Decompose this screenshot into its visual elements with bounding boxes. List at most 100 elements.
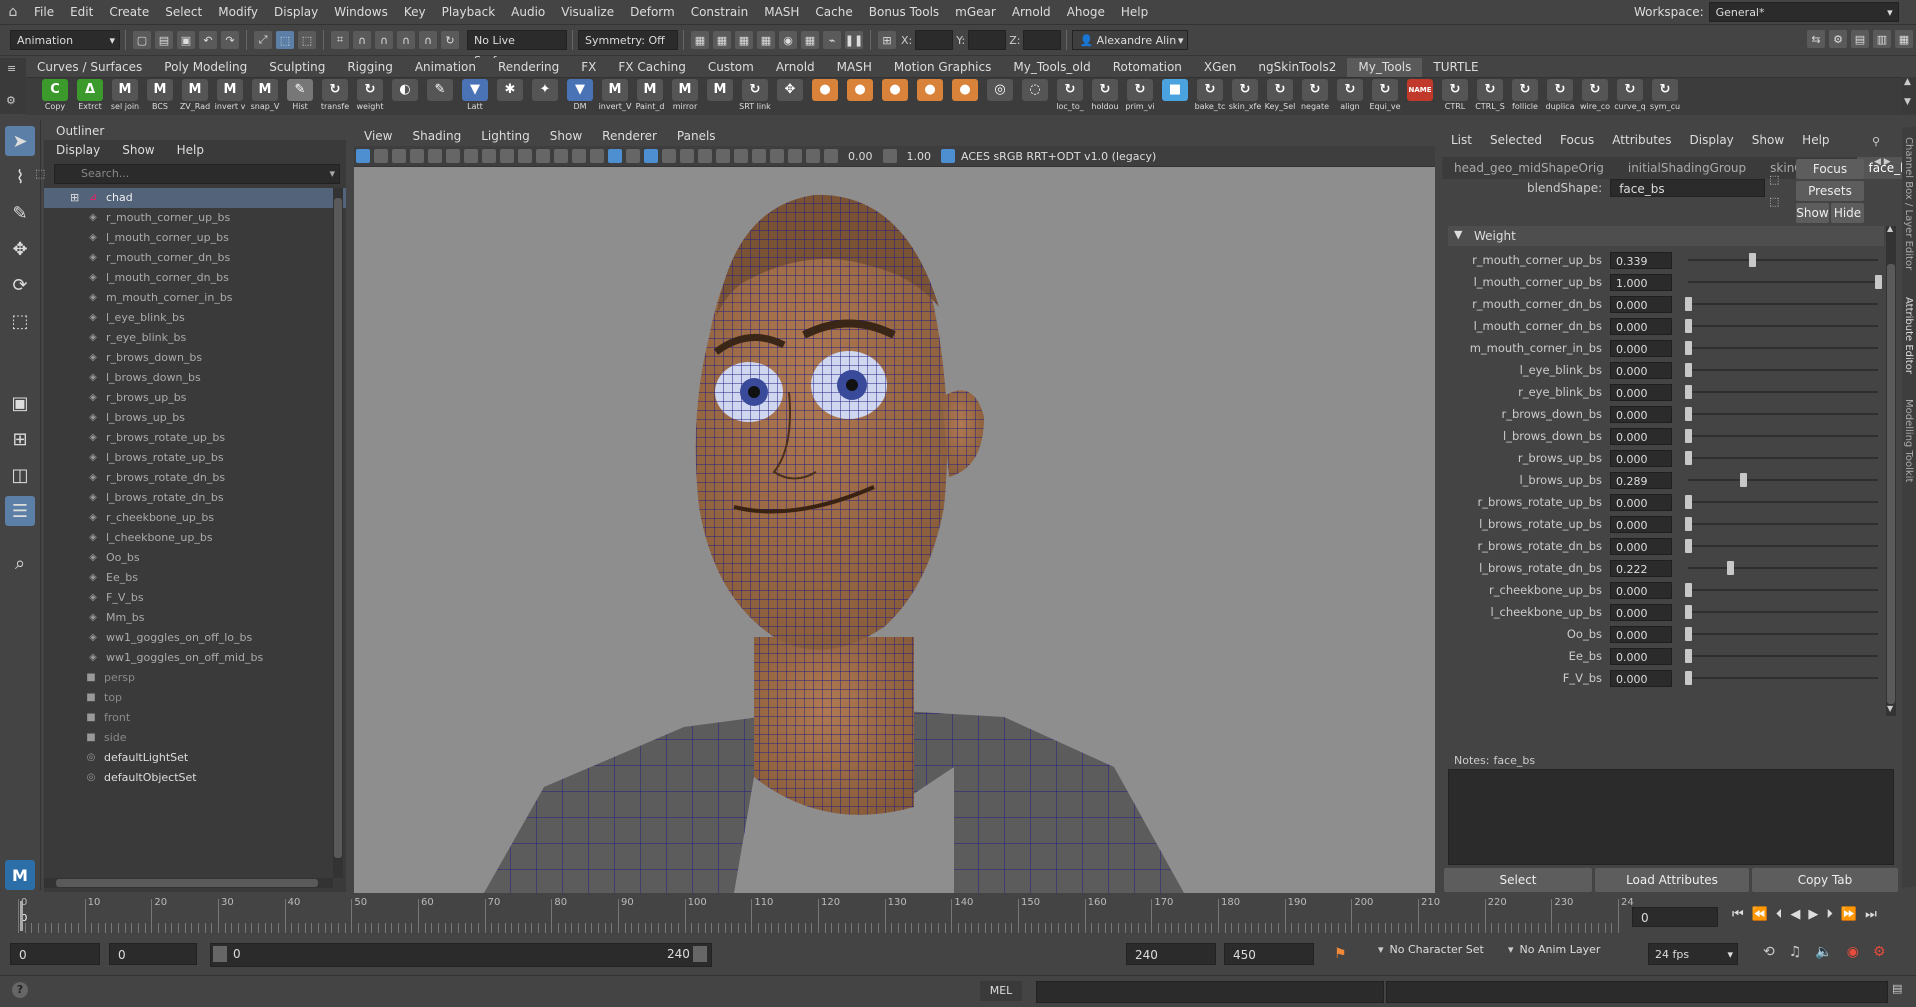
safe-action-icon[interactable]: [554, 149, 568, 163]
menu-arnold[interactable]: Arnold: [1004, 0, 1059, 24]
side-tab-attribute-editor[interactable]: Attribute Editor: [1903, 297, 1914, 374]
shelf-button-paint-d[interactable]: M Paint_d: [635, 78, 665, 115]
outliner-item[interactable]: ◈ r_brows_rotate_dn_bs: [44, 468, 346, 488]
weight-slider-thumb[interactable]: [1685, 539, 1692, 553]
outliner-item[interactable]: ◈ Mm_bs: [44, 608, 346, 628]
hide-button[interactable]: Hide: [1831, 203, 1864, 223]
user-account-dropdown[interactable]: 👤 Alexandre Alin ▾: [1072, 30, 1189, 50]
outliner-scroll-thumb[interactable]: [334, 198, 342, 858]
collapse-arrow-icon[interactable]: ▼: [1454, 228, 1462, 241]
snap-curve-icon[interactable]: ∩: [353, 31, 371, 49]
weight-slider[interactable]: [1685, 605, 1878, 619]
ae-menu-list[interactable]: List: [1442, 127, 1481, 153]
default-material-icon[interactable]: [626, 149, 640, 163]
screen-space-ao-icon[interactable]: [716, 149, 730, 163]
weight-slider[interactable]: [1685, 341, 1878, 355]
snap-surface-icon[interactable]: ∩: [419, 31, 437, 49]
wireframe-on-shaded-icon[interactable]: [644, 149, 658, 163]
shelf-button-follicle[interactable]: ↻ follicle: [1510, 78, 1540, 115]
snap-point-icon[interactable]: ∩: [375, 31, 393, 49]
shelf-button-28[interactable]: ◌: [1020, 78, 1050, 115]
shelf-button-curve-q[interactable]: ↻ curve_q: [1614, 78, 1646, 115]
ae-menu-focus[interactable]: Focus: [1551, 127, 1603, 153]
ae-scrollbar[interactable]: ▲ ▼: [1886, 224, 1896, 716]
shelf-button-39[interactable]: NAME: [1405, 78, 1435, 115]
grid-icon[interactable]: [464, 149, 478, 163]
grease-pencil-icon[interactable]: [446, 149, 460, 163]
shelf-button-align[interactable]: ↻ align: [1335, 78, 1365, 115]
exposure-icon[interactable]: [824, 149, 838, 163]
shelf-button-25[interactable]: ●: [915, 78, 945, 115]
presets-button[interactable]: Presets: [1796, 181, 1864, 201]
step-forward-key-icon[interactable]: ⏩: [1841, 907, 1857, 922]
shelf-tab-mash[interactable]: MASH: [826, 58, 883, 77]
weight-slider[interactable]: [1685, 539, 1878, 553]
outliner-item[interactable]: ◈ l_eye_blink_bs: [44, 308, 346, 328]
exposure-value[interactable]: 0.00: [848, 150, 873, 163]
ae-menu-help[interactable]: Help: [1793, 127, 1838, 153]
weight-slider[interactable]: [1685, 583, 1878, 597]
fps-dropdown[interactable]: 24 fps ▾: [1648, 943, 1738, 965]
expand-icon[interactable]: ⊞: [70, 188, 82, 208]
shelf-tab-motion-graphics[interactable]: Motion Graphics: [883, 58, 1003, 77]
help-icon[interactable]: ?: [12, 982, 28, 998]
select-component-icon[interactable]: ⬚: [298, 31, 316, 49]
weight-slider[interactable]: [1685, 517, 1878, 531]
shelf-gear-icon[interactable]: ⚙: [6, 94, 16, 107]
shelf-button-ctrl-s[interactable]: ↻ CTRL_S: [1475, 78, 1505, 115]
2d-pan-zoom-icon[interactable]: [428, 149, 442, 163]
viewport-canvas[interactable]: [354, 167, 1435, 893]
menu-bonus-tools[interactable]: Bonus Tools: [861, 0, 947, 24]
outliner-item[interactable]: ◈ m_mouth_corner_in_bs: [44, 288, 346, 308]
animation-end-field[interactable]: 450: [1224, 943, 1314, 965]
shelf-tab-ngskintools2[interactable]: ngSkinTools2: [1247, 58, 1347, 77]
outliner-item[interactable]: ◈ r_mouth_corner_dn_bs: [44, 248, 346, 268]
weight-slider[interactable]: [1685, 429, 1878, 443]
outliner-layout-icon[interactable]: ☰: [5, 496, 35, 526]
weight-slider-thumb[interactable]: [1739, 473, 1747, 487]
shelf-button-duplica[interactable]: ↻ duplica: [1545, 78, 1575, 115]
ae-menu-display[interactable]: Display: [1681, 127, 1743, 153]
toggle-attribute-editor-icon[interactable]: ▤: [1851, 30, 1869, 48]
ae-menu-attributes[interactable]: Attributes: [1603, 127, 1680, 153]
outliner-item[interactable]: ◈ l_brows_rotate_up_bs: [44, 448, 346, 468]
weight-value-field[interactable]: 0.000: [1610, 493, 1672, 511]
outliner-item[interactable]: ◈ l_brows_up_bs: [44, 408, 346, 428]
weight-slider[interactable]: [1688, 561, 1878, 575]
render-frame-icon[interactable]: ▦: [713, 31, 731, 49]
chevron-up-icon[interactable]: ▲: [1887, 224, 1893, 233]
select-button[interactable]: Select: [1444, 868, 1592, 892]
toggle-modeling-toolkit-icon[interactable]: ▦: [1895, 30, 1913, 48]
shelf-tab-rigging[interactable]: Rigging: [336, 58, 403, 77]
outliner-item[interactable]: ◈ l_cheekbone_up_bs: [44, 528, 346, 548]
shelf-button-prim-vi[interactable]: ↻ prim_vi: [1125, 78, 1155, 115]
shelf-button-loc-to[interactable]: ↻ loc_to_: [1055, 78, 1085, 115]
weight-value-field[interactable]: 0.000: [1610, 647, 1672, 665]
weight-slider[interactable]: [1685, 495, 1878, 509]
step-back-key-icon[interactable]: ⏪: [1752, 907, 1768, 922]
shelf-button-bcs[interactable]: M BCS: [145, 78, 175, 115]
gate-mask-icon[interactable]: [518, 149, 532, 163]
weight-slider-thumb[interactable]: [1685, 319, 1692, 333]
script-language-toggle[interactable]: MEL: [980, 981, 1022, 1001]
rotate-tool-icon[interactable]: ⟳: [5, 270, 35, 300]
render-settings-icon[interactable]: ▦: [757, 31, 775, 49]
workspace-dropdown[interactable]: General* ▾: [1708, 2, 1899, 22]
shelf-button-skin-xfe[interactable]: ↻ skin_xfe: [1229, 78, 1261, 115]
mode-dropdown[interactable]: Animation ▾: [10, 30, 120, 50]
shelf-button-srt-link[interactable]: ↻ SRT link: [739, 78, 771, 115]
menu-windows[interactable]: Windows: [326, 0, 396, 24]
color-management-icon[interactable]: [941, 149, 955, 163]
current-time-indicator[interactable]: [20, 901, 23, 931]
weight-slider-thumb[interactable]: [1685, 605, 1692, 619]
shelf-button-ctrl[interactable]: ↻ CTRL: [1440, 78, 1470, 115]
viewport-menu-shading[interactable]: Shading: [402, 127, 471, 146]
auto-key-prefs-icon[interactable]: ⚙: [1873, 944, 1886, 960]
playback-end-field[interactable]: 240: [1126, 943, 1216, 965]
outliner-scrollbar[interactable]: [333, 188, 343, 878]
shelf-button-13[interactable]: ✱: [495, 78, 525, 115]
lasso-tool-icon[interactable]: ⌇: [5, 162, 35, 192]
scale-tool-icon[interactable]: ⬚: [5, 306, 35, 336]
play-forward-icon[interactable]: ▶: [1808, 907, 1818, 922]
play-backward-icon[interactable]: ◀: [1790, 907, 1800, 922]
